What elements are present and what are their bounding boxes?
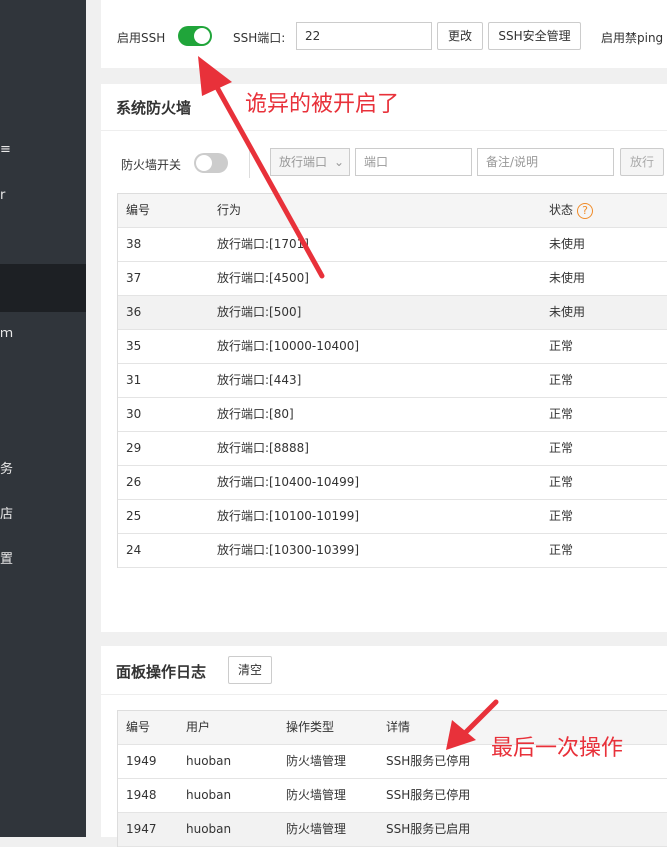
annotation-bottom: 最后一次操作 bbox=[491, 736, 624, 761]
annotation-arrows bbox=[198, 56, 499, 750]
annotation-top: 诡异的被开启了 bbox=[245, 92, 400, 117]
arrow-head bbox=[198, 56, 232, 96]
arrow-to-last-log bbox=[463, 699, 499, 735]
